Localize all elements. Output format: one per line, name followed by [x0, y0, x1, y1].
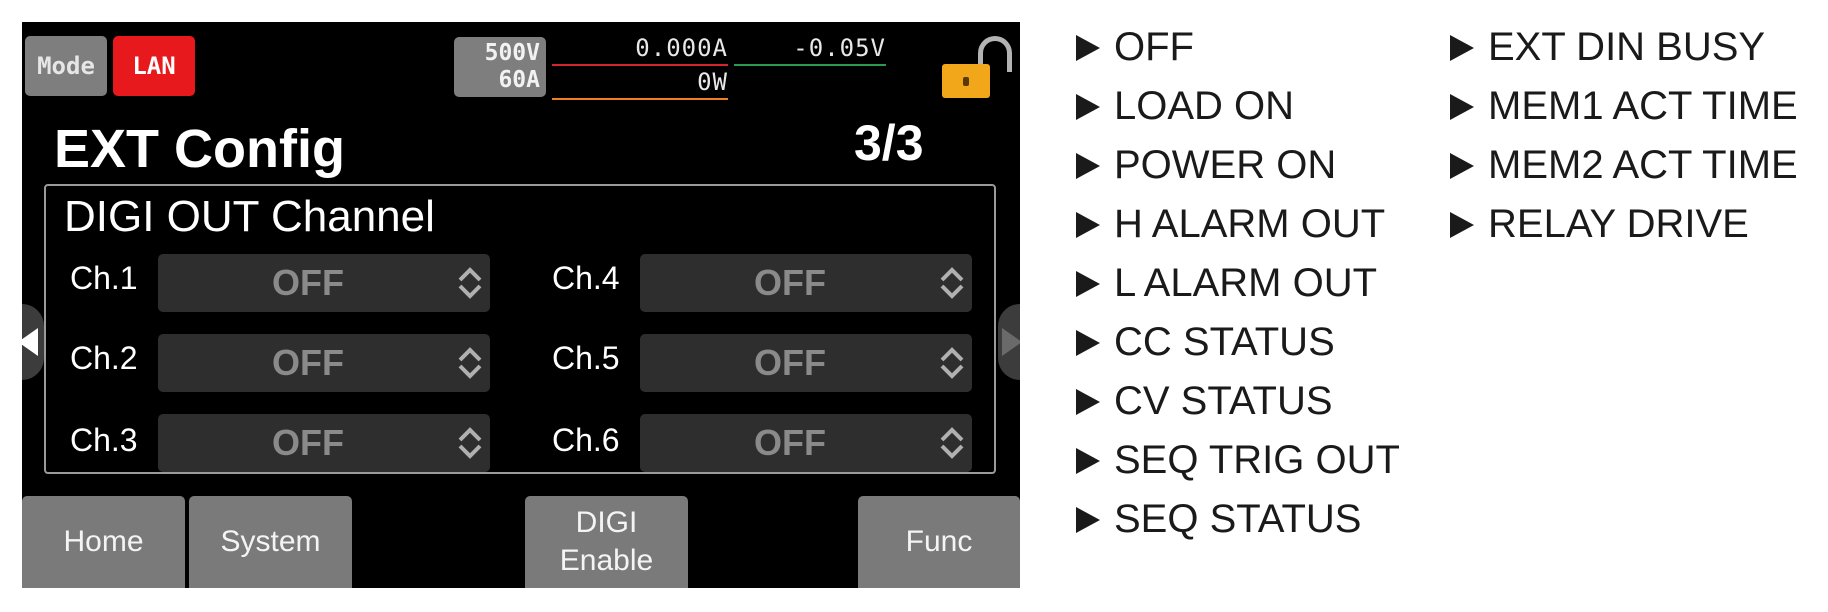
- legend-item-label: SEQ STATUS: [1114, 497, 1362, 541]
- triangle-bullet-icon: [1076, 270, 1100, 297]
- legend-item-label: SEQ TRIG OUT: [1114, 438, 1400, 482]
- triangle-bullet-icon: [1076, 447, 1100, 474]
- legend-item-label: EXT DIN BUSY: [1488, 25, 1766, 69]
- legend-item: RELAY DRIVE: [1450, 202, 1749, 247]
- legend-item: L ALARM OUT: [1076, 261, 1377, 306]
- legend-item: EXT DIN BUSY: [1450, 25, 1765, 70]
- legend-item: CC STATUS: [1076, 320, 1335, 365]
- triangle-bullet-icon: [1076, 152, 1100, 179]
- triangle-bullet-icon: [1450, 211, 1474, 238]
- triangle-bullet-icon: [1076, 388, 1100, 415]
- triangle-bullet-icon: [1450, 34, 1474, 61]
- legend-item: SEQ STATUS: [1076, 497, 1361, 542]
- triangle-bullet-icon: [1076, 34, 1100, 61]
- legend-item: MEM2 ACT TIME: [1450, 143, 1798, 188]
- triangle-bullet-icon: [1450, 93, 1474, 120]
- legend-item: LOAD ON: [1076, 84, 1294, 129]
- legend-item-label: H ALARM OUT: [1114, 202, 1386, 246]
- legend-item-label: OFF: [1114, 25, 1194, 69]
- legend-item-label: CC STATUS: [1114, 320, 1335, 364]
- triangle-bullet-icon: [1076, 506, 1100, 533]
- legend-item-label: CV STATUS: [1114, 379, 1333, 423]
- legend-item-label: POWER ON: [1114, 143, 1337, 187]
- legend-item-label: L ALARM OUT: [1114, 261, 1378, 305]
- triangle-bullet-icon: [1076, 93, 1100, 120]
- legend-item: MEM1 ACT TIME: [1450, 84, 1798, 129]
- legend-item: SEQ TRIG OUT: [1076, 438, 1400, 483]
- legend-item-label: RELAY DRIVE: [1488, 202, 1749, 246]
- triangle-bullet-icon: [1076, 211, 1100, 238]
- triangle-bullet-icon: [1450, 152, 1474, 179]
- legend-item: CV STATUS: [1076, 379, 1333, 424]
- legend-item-label: MEM2 ACT TIME: [1488, 143, 1798, 187]
- legend-item: H ALARM OUT: [1076, 202, 1385, 247]
- legend-item-label: LOAD ON: [1114, 84, 1295, 128]
- legend-item: POWER ON: [1076, 143, 1336, 188]
- legend-item-label: MEM1 ACT TIME: [1488, 84, 1798, 128]
- option-legend: OFF LOAD ON POWER ON H ALARM OUT L ALARM…: [0, 0, 1828, 612]
- legend-item: OFF: [1076, 25, 1194, 70]
- triangle-bullet-icon: [1076, 329, 1100, 356]
